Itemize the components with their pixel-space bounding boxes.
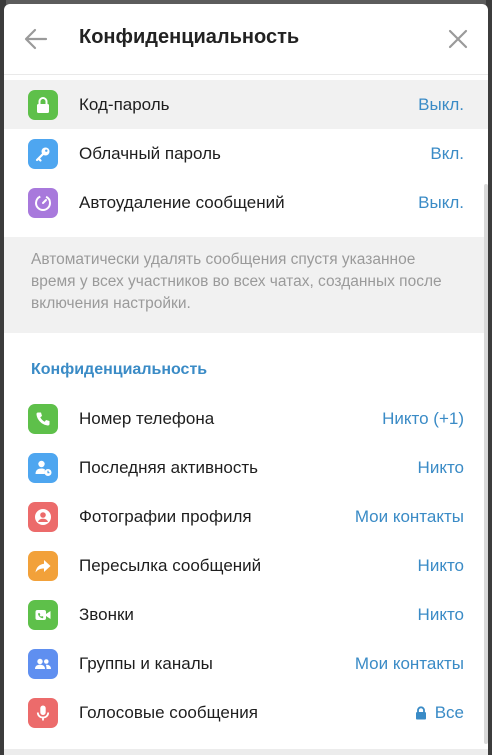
video-call-icon bbox=[28, 599, 58, 630]
row-value-with-lock: Все bbox=[415, 703, 464, 723]
row-passcode[interactable]: Код-пароль Выкл. bbox=[4, 80, 488, 129]
row-label: Облачный пароль bbox=[79, 143, 221, 163]
row-groups-channels[interactable]: Группы и каналы Мои контакты bbox=[4, 639, 488, 688]
row-calls[interactable]: Звонки Никто bbox=[4, 590, 488, 639]
phone-icon bbox=[28, 403, 58, 434]
row-profile-photos[interactable]: Фотографии профиля Мои контакты bbox=[4, 492, 488, 541]
page-title: Конфиденциальность bbox=[79, 26, 300, 48]
group-icon bbox=[28, 648, 58, 679]
row-value: Все bbox=[434, 702, 464, 722]
key-icon bbox=[28, 138, 58, 169]
row-label: Автоудаление сообщений bbox=[79, 192, 285, 212]
bottom-divider bbox=[4, 749, 488, 755]
row-label: Фотографии профиля bbox=[79, 506, 252, 526]
privacy-settings-dialog: Конфиденциальность Код-пароль Выкл. Обла… bbox=[4, 4, 488, 755]
row-label: Пересылка сообщений bbox=[79, 555, 262, 575]
microphone-icon bbox=[28, 697, 58, 728]
row-phone-number[interactable]: Номер телефона Никто (+1) bbox=[4, 394, 488, 443]
row-last-seen[interactable]: Последняя активность Никто bbox=[4, 443, 488, 492]
forward-icon bbox=[28, 550, 58, 581]
row-cloud-password[interactable]: Облачный пароль Вкл. bbox=[4, 129, 488, 178]
note-text: Автоматически удалять сообщения спустя у… bbox=[31, 251, 442, 312]
row-forwarded-messages[interactable]: Пересылка сообщений Никто bbox=[4, 541, 488, 590]
row-value: Никто bbox=[417, 604, 464, 624]
row-label: Код-пароль bbox=[79, 94, 170, 114]
arrow-left-icon[interactable] bbox=[22, 25, 50, 53]
row-value: Никто bbox=[417, 555, 464, 575]
row-label: Группы и каналы bbox=[79, 653, 213, 673]
user-clock-icon bbox=[28, 452, 58, 483]
settings-content: Код-пароль Выкл. Облачный пароль Вкл. Ав… bbox=[4, 80, 488, 737]
row-voice-messages[interactable]: Голосовые сообщения Все bbox=[4, 688, 488, 737]
section-title-privacy: Конфиденциальность bbox=[31, 361, 208, 378]
row-value: Выкл. bbox=[418, 192, 464, 212]
close-icon[interactable] bbox=[444, 25, 472, 53]
scrollbar[interactable] bbox=[484, 184, 488, 744]
row-value: Никто (+1) bbox=[382, 408, 464, 428]
row-value: Вкл. bbox=[430, 143, 464, 163]
row-value: Мои контакты bbox=[354, 653, 464, 673]
lock-icon bbox=[28, 89, 58, 120]
row-label: Звонки bbox=[79, 604, 134, 624]
timer-icon bbox=[28, 187, 58, 218]
profile-photo-icon bbox=[28, 501, 58, 532]
lock-small-icon bbox=[415, 705, 426, 719]
row-value: Никто bbox=[417, 457, 464, 477]
row-label: Номер телефона bbox=[79, 408, 215, 428]
row-value: Выкл. bbox=[418, 94, 464, 114]
auto-delete-note: Автоматически удалять сообщения спустя у… bbox=[4, 237, 488, 333]
row-label: Последняя активность bbox=[79, 457, 258, 477]
row-auto-delete[interactable]: Автоудаление сообщений Выкл. bbox=[4, 178, 488, 227]
dialog-header: Конфиденциальность bbox=[4, 4, 488, 75]
row-value: Мои контакты bbox=[354, 506, 464, 526]
row-label: Голосовые сообщения bbox=[79, 702, 258, 722]
